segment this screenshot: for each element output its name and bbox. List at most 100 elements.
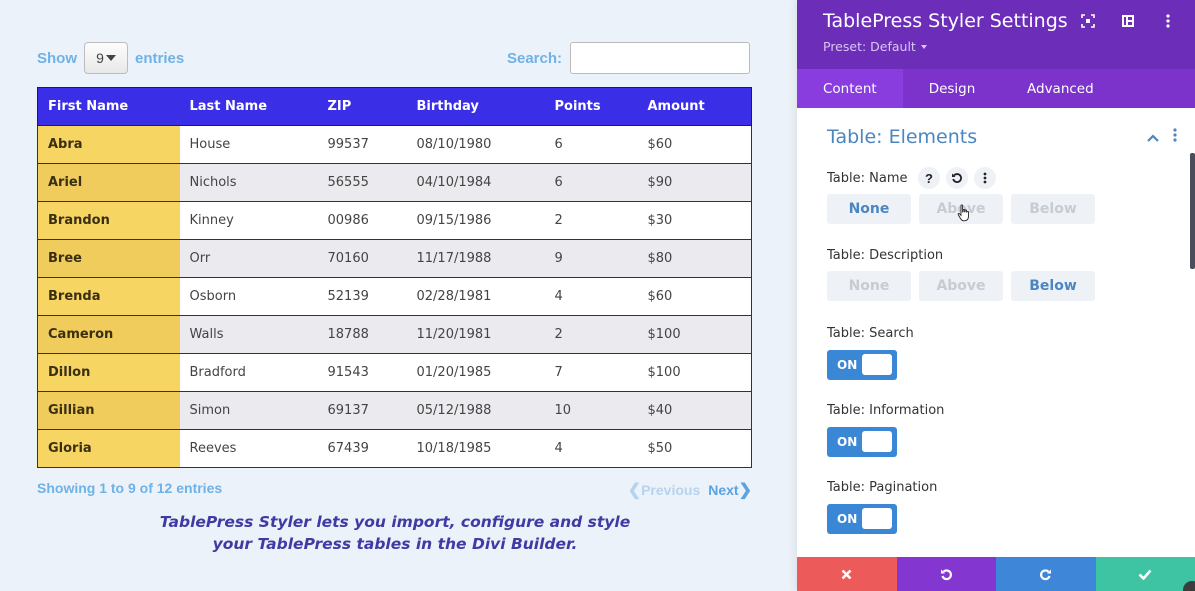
table-name-below-button[interactable]: Below [1011,194,1095,224]
header-icons [1079,12,1177,30]
table-description-below-button[interactable]: Below [1011,271,1095,301]
table-name-label: Table: Name [827,171,908,186]
cell-last-name: Reeves [179,429,318,468]
cell-last-name: Osborn [179,277,318,316]
toggle-knob [862,431,892,452]
column-header-last-name[interactable]: Last Name [179,87,318,126]
tab-content[interactable]: Content [797,69,903,108]
table-name-none-button[interactable]: None [827,194,911,224]
caption-line-2: your TablePress tables in the Divi Build… [212,535,578,553]
close-icon [841,569,852,579]
scrollbar[interactable] [1190,153,1195,269]
search-input[interactable] [570,42,750,74]
cell-first-name: Ariel [37,163,180,202]
entries-label: entries [135,49,185,67]
table-controls: Show 9 entries Search: [37,42,750,74]
table-description-none-button[interactable]: None [827,271,911,301]
next-button[interactable]: Next ❯ [708,480,752,500]
table-header-row: First Name Last Name ZIP Birthday Points… [37,87,752,126]
section-icons [1147,128,1177,147]
undo-button[interactable] [896,557,996,591]
section-title[interactable]: Table: Elements [827,126,977,148]
next-label: Next [708,482,739,498]
section-more-icon[interactable] [1173,128,1177,147]
column-header-points[interactable]: Points [544,87,638,126]
toggle-knob [862,354,892,375]
table-search-label: Table: Search [827,326,914,341]
cell-zip: 69137 [317,391,407,430]
cell-zip: 67439 [317,429,407,468]
toggle-state: ON [837,358,858,372]
cell-points: 2 [544,315,638,354]
field-more-icon[interactable] [974,167,996,189]
redo-button[interactable] [996,557,1096,591]
toggle-knob [862,508,892,529]
data-table: First Name Last Name ZIP Birthday Points… [37,87,752,468]
chevron-up-icon[interactable] [1147,129,1159,147]
chevron-right-icon: ❯ [738,482,752,499]
save-button[interactable] [1095,557,1195,591]
cell-first-name: Gloria [37,429,180,468]
cell-first-name: Brandon [37,201,180,240]
cell-points: 10 [544,391,638,430]
table-pagination-toggle[interactable]: ON [827,504,897,534]
cell-amount: $50 [637,429,752,468]
table-description-above-button[interactable]: Above [919,271,1003,301]
table-row: Dillon Bradford 91543 01/20/1985 7 $100 [37,353,752,392]
cell-points: 6 [544,125,638,164]
help-icon[interactable]: ? [918,167,940,189]
cell-birthday: 01/20/1985 [406,353,545,392]
table-search: Search: [507,42,750,74]
caption-text: TablePress Styler lets you import, confi… [150,511,640,555]
cell-first-name: Gillian [37,391,180,430]
column-header-amount[interactable]: Amount [637,87,752,126]
table-search-toggle[interactable]: ON [827,350,897,380]
cell-last-name: Kinney [179,201,318,240]
previous-label: Previous [641,482,701,498]
previous-button[interactable]: ❮ Previous [628,480,701,500]
cancel-button[interactable] [797,557,897,591]
column-header-birthday[interactable]: Birthday [406,87,545,126]
column-header-first-name[interactable]: First Name [37,87,180,126]
cell-amount: $30 [637,201,752,240]
cell-zip: 52139 [317,277,407,316]
reset-icon[interactable] [946,167,968,189]
redo-icon [1040,568,1052,580]
table-row: Ariel Nichols 56555 04/10/1984 6 $90 [37,163,752,202]
split-view-icon[interactable] [1119,12,1137,30]
cell-last-name: House [179,125,318,164]
cell-points: 4 [544,429,638,468]
panel-footer [797,557,1195,591]
caption-line-1: TablePress Styler lets you import, confi… [159,513,631,531]
table-row: Gloria Reeves 67439 10/18/1985 4 $50 [37,429,752,468]
cell-zip: 00986 [317,201,407,240]
table-information-label: Table: Information [827,403,945,418]
tab-design[interactable]: Design [903,69,1001,108]
more-vertical-icon[interactable] [1159,12,1177,30]
tab-advanced[interactable]: Advanced [1001,69,1094,108]
cell-birthday: 08/10/1980 [406,125,545,164]
panel-tabs: Content Design Advanced [797,69,1195,108]
preset-selector[interactable]: Preset: Default [823,39,927,54]
cell-amount: $100 [637,315,752,354]
table-row: Abra House 99537 08/10/1980 6 $60 [37,125,752,164]
cell-amount: $80 [637,239,752,278]
cell-first-name: Cameron [37,315,180,354]
cell-birthday: 05/12/1988 [406,391,545,430]
column-header-zip[interactable]: ZIP [317,87,407,126]
page-length-select[interactable]: 9 [84,42,128,74]
cell-birthday: 11/17/1988 [406,239,545,278]
table-information-toggle[interactable]: ON [827,427,897,457]
cell-zip: 56555 [317,163,407,202]
table-row: Brandon Kinney 00986 09/15/1986 2 $30 [37,201,752,240]
table-row: Gillian Simon 69137 05/12/1988 10 $40 [37,391,752,430]
cell-points: 6 [544,163,638,202]
help-bubble-edge[interactable] [1183,581,1195,591]
undo-icon [940,568,952,580]
show-label: Show [37,49,77,67]
panel-title: TablePress Styler Settings [823,10,1068,32]
cell-points: 2 [544,201,638,240]
cell-birthday: 10/18/1985 [406,429,545,468]
focus-icon[interactable] [1079,12,1097,30]
cell-first-name: Dillon [37,353,180,392]
